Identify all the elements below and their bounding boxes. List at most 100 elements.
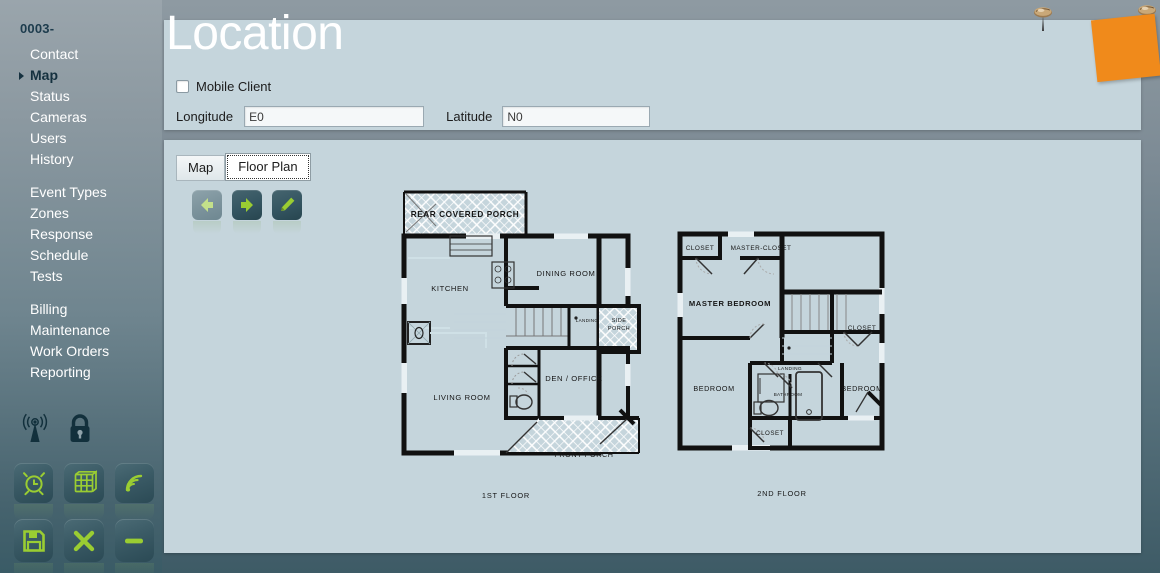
pushpin-left-icon bbox=[1032, 6, 1054, 32]
sidebar-item-label: Users bbox=[30, 130, 67, 146]
sidebar-item-contact[interactable]: Contact bbox=[0, 44, 162, 65]
minus-icon[interactable] bbox=[114, 519, 155, 573]
floorplan-nav-buttons bbox=[192, 190, 302, 234]
room-label: CLOSET bbox=[848, 325, 877, 332]
longitude-label: Longitude bbox=[176, 109, 234, 124]
latitude-input[interactable] bbox=[502, 106, 651, 127]
sidebar-item-label: Tests bbox=[30, 268, 63, 284]
latitude-label: Latitude bbox=[446, 109, 493, 124]
sidebar-item-response[interactable]: Response bbox=[0, 224, 162, 245]
sidebar-item-label: History bbox=[30, 151, 74, 167]
sidebar-item-maintenance[interactable]: Maintenance bbox=[0, 320, 162, 341]
sidebar-item-label: Cameras bbox=[30, 109, 87, 125]
room-label: PORCH bbox=[608, 326, 630, 332]
tool-icon-row-2 bbox=[14, 519, 155, 573]
sidebar-item-label: Response bbox=[30, 226, 94, 242]
sidebar-item-history[interactable]: History bbox=[0, 149, 162, 170]
sidebar-item-label: Event Types bbox=[30, 184, 107, 200]
room-label: MASTER-CLOSET bbox=[731, 245, 792, 252]
second-floor-plan: CLOSET MASTER-CLOSET MASTER BEDROOM CLOS… bbox=[677, 231, 885, 498]
sidebar-item-cameras[interactable]: Cameras bbox=[0, 107, 162, 128]
sidebar-item-reporting[interactable]: Reporting bbox=[0, 362, 162, 383]
mobile-client-label: Mobile Client bbox=[196, 79, 272, 94]
globe-grid-glyph bbox=[64, 463, 103, 503]
sidebar-item-status[interactable]: Status bbox=[0, 86, 162, 107]
next-button[interactable] bbox=[232, 190, 262, 234]
nav-separator bbox=[0, 170, 162, 182]
globe-grid-icon[interactable] bbox=[64, 463, 104, 520]
first-floor-plan: REAR COVERED PORCH KITCHEN DINING ROOM S… bbox=[401, 190, 641, 500]
mobile-client-row: Mobile Client bbox=[176, 79, 271, 94]
account-code: 0003- bbox=[20, 21, 55, 36]
sidebar-item-label: Schedule bbox=[30, 247, 89, 263]
room-label: LIVING ROOM bbox=[433, 393, 490, 402]
sticky-note[interactable] bbox=[1090, 13, 1160, 83]
sidebar-item-label: Map bbox=[30, 67, 58, 83]
wireless-signal-icon[interactable] bbox=[114, 463, 155, 520]
minus-glyph bbox=[115, 519, 154, 562]
room-label: KITCHEN bbox=[431, 284, 469, 293]
coordinates-row: Longitude Latitude bbox=[176, 106, 651, 127]
alarm-clock-icon[interactable] bbox=[14, 463, 54, 520]
sidebar: 0003- Contact Map Status Cameras Users Histor… bbox=[0, 0, 162, 573]
tab-map[interactable]: Map bbox=[176, 155, 226, 181]
close-icon[interactable] bbox=[64, 519, 104, 573]
room-label: CLOSET bbox=[756, 430, 784, 437]
sidebar-item-label: Contact bbox=[30, 46, 79, 62]
sidebar-item-zones[interactable]: Zones bbox=[0, 203, 162, 224]
page-title: Location bbox=[166, 7, 344, 60]
caret-right-icon bbox=[19, 72, 24, 80]
tab-floor-plan[interactable]: Floor Plan bbox=[225, 153, 311, 181]
status-icon-row bbox=[18, 412, 154, 446]
previous-button[interactable] bbox=[192, 190, 222, 234]
pencil-icon bbox=[272, 190, 302, 220]
sidebar-item-tests[interactable]: Tests bbox=[0, 266, 162, 287]
room-label: DEN / OFFICE bbox=[545, 374, 602, 383]
x-mark-glyph bbox=[64, 519, 103, 562]
room-label: LANDING bbox=[778, 366, 802, 372]
save-icon[interactable] bbox=[14, 519, 54, 573]
lock-icon[interactable] bbox=[63, 412, 97, 446]
antenna-icon[interactable] bbox=[18, 412, 52, 446]
floor-plan-drawing[interactable]: REAR COVERED PORCH KITCHEN DINING ROOM S… bbox=[394, 188, 1094, 513]
floppy-disk-glyph bbox=[14, 519, 53, 562]
sidebar-item-schedule[interactable]: Schedule bbox=[0, 245, 162, 266]
room-label: REAR COVERED PORCH bbox=[411, 210, 520, 219]
floor2-caption: 2ND FLOOR bbox=[757, 489, 807, 498]
sidebar-item-label: Reporting bbox=[30, 364, 91, 380]
sidebar-item-label: Billing bbox=[30, 301, 68, 317]
alarm-clock-glyph bbox=[14, 463, 53, 503]
tool-icon-row-1 bbox=[14, 463, 155, 520]
sidebar-item-label: Maintenance bbox=[30, 322, 111, 338]
sidebar-item-label: Status bbox=[30, 88, 70, 104]
location-header-panel: Location Mobile Client Longitude Latitud… bbox=[164, 10, 1141, 130]
arrow-right-icon bbox=[232, 190, 262, 220]
room-label: CLOSET bbox=[686, 245, 715, 252]
sidebar-nav: Contact Map Status Cameras Users History Event… bbox=[0, 44, 162, 383]
room-label: FRONT PORCH bbox=[554, 450, 613, 459]
sidebar-icon-deck bbox=[14, 412, 155, 573]
room-label: BATHROOM bbox=[774, 392, 803, 397]
room-label: MASTER BEDROOM bbox=[689, 299, 771, 308]
sidebar-item-label: Work Orders bbox=[30, 343, 110, 359]
arrow-left-icon bbox=[192, 190, 222, 220]
sidebar-item-label: Zones bbox=[30, 205, 69, 221]
floor-plan-svg: REAR COVERED PORCH KITCHEN DINING ROOM S… bbox=[401, 190, 885, 500]
room-label: DINING ROOM bbox=[537, 269, 596, 278]
floor1-caption: 1ST FLOOR bbox=[482, 491, 530, 500]
longitude-input[interactable] bbox=[244, 106, 425, 127]
sidebar-item-users[interactable]: Users bbox=[0, 128, 162, 149]
wireless-signal-glyph bbox=[115, 463, 154, 503]
room-label: BEDROOM bbox=[693, 384, 734, 393]
sidebar-item-event-types[interactable]: Event Types bbox=[0, 182, 162, 203]
sidebar-item-map[interactable]: Map bbox=[0, 65, 162, 86]
location-body-panel: Map Floor Plan REAR COVERED PORCH KITCHE… bbox=[164, 140, 1141, 553]
mobile-client-checkbox[interactable] bbox=[176, 80, 189, 93]
room-label: BEDROOM bbox=[841, 384, 882, 393]
view-tabs: Map Floor Plan bbox=[176, 153, 311, 181]
room-label: SIDE bbox=[612, 318, 627, 324]
sidebar-item-work-orders[interactable]: Work Orders bbox=[0, 341, 162, 362]
nav-separator bbox=[0, 287, 162, 299]
edit-button[interactable] bbox=[272, 190, 302, 234]
sidebar-item-billing[interactable]: Billing bbox=[0, 299, 162, 320]
